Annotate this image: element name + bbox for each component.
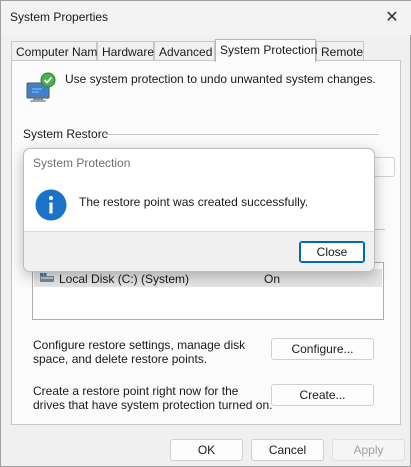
- configure-description: Configure restore settings, manage disk …: [33, 338, 246, 366]
- system-protection-icon: [26, 72, 56, 102]
- close-icon[interactable]: ✕: [382, 7, 402, 27]
- system-properties-window: System Properties ✕ Computer Name Hardwa…: [0, 0, 411, 467]
- drive-icon: [40, 273, 54, 282]
- window-title: System Properties: [10, 10, 109, 24]
- tab-computer-name[interactable]: Computer Name: [11, 41, 104, 61]
- system-protection-dialog: System Protection The restore point was …: [23, 148, 375, 272]
- tab-remote[interactable]: Remote: [316, 41, 364, 61]
- dialog-close-button[interactable]: Close: [299, 241, 365, 263]
- dialog-title: System Protection: [33, 156, 131, 170]
- apply-button[interactable]: Apply: [332, 439, 405, 461]
- drive-protection-status: On: [264, 272, 281, 286]
- dialog-message: The restore point was created successful…: [79, 195, 309, 209]
- tab-hardware[interactable]: Hardware: [97, 41, 154, 61]
- system-restore-heading: System Restore: [23, 127, 109, 141]
- tab-system-protection[interactable]: System Protection: [215, 39, 317, 62]
- create-description: Create a restore point right now for the…: [33, 384, 273, 412]
- configure-button[interactable]: Configure...: [271, 338, 374, 360]
- intro-text: Use system protection to undo unwanted s…: [65, 72, 376, 86]
- cancel-button[interactable]: Cancel: [251, 439, 324, 461]
- drive-name: Local Disk (C:) (System): [59, 272, 190, 286]
- tab-advanced[interactable]: Advanced: [154, 41, 215, 61]
- title-bar: System Properties ✕: [1, 1, 411, 35]
- dialog-footer: Close: [24, 231, 374, 271]
- section-divider: [103, 134, 379, 135]
- create-button[interactable]: Create...: [271, 384, 374, 406]
- info-icon: [35, 189, 67, 221]
- ok-button[interactable]: OK: [170, 439, 243, 461]
